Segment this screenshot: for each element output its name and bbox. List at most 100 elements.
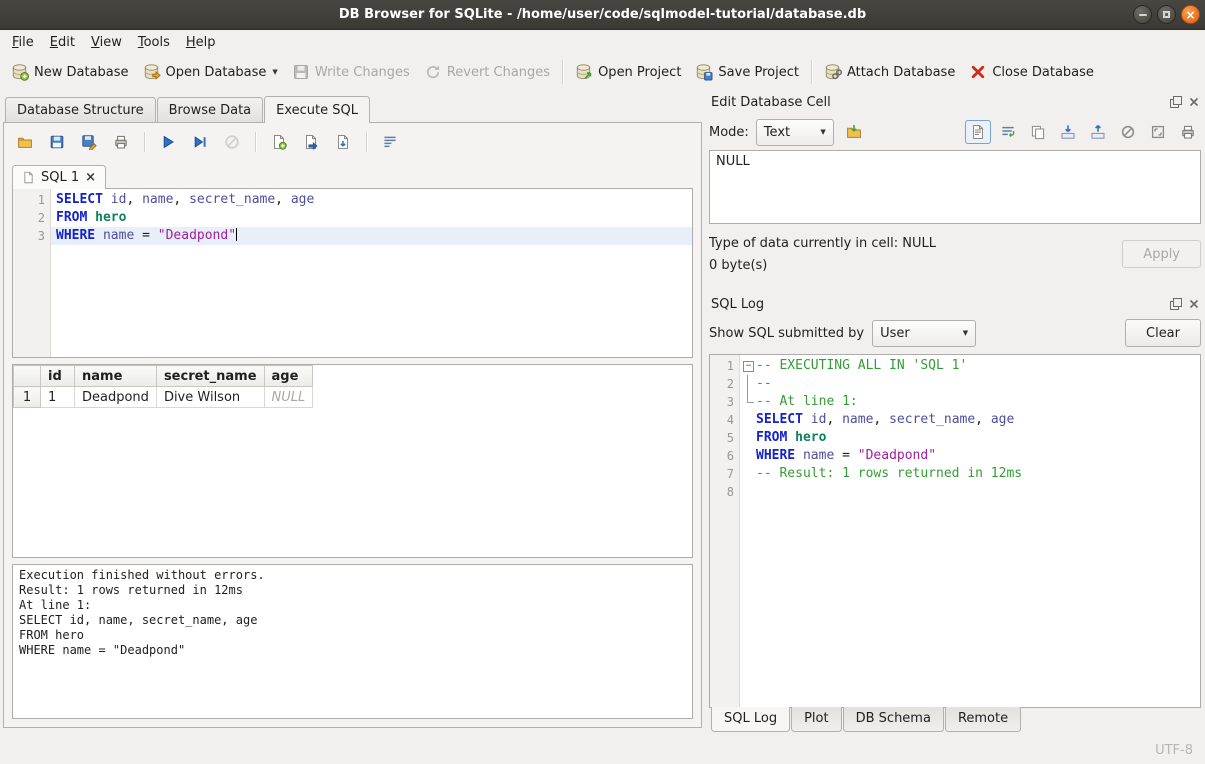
dock-tab-db-schema[interactable]: DB Schema: [843, 707, 944, 732]
main-toolbar: New DatabaseOpen Database▼Write ChangesR…: [0, 54, 1205, 90]
chevron-down-icon: ▼: [963, 329, 968, 337]
toolbar-new-database[interactable]: New Database: [4, 58, 136, 86]
toolbar-save-project[interactable]: Save Project: [688, 58, 806, 86]
set-as-null-icon[interactable]: [1115, 120, 1141, 144]
editor-line[interactable]: SELECT id, name, secret_name, age: [51, 191, 692, 209]
submitter-select[interactable]: User ▼: [872, 320, 976, 347]
status-bar: UTF-8: [0, 736, 1205, 764]
cell-editor[interactable]: NULL: [709, 150, 1201, 224]
copy-cell-icon[interactable]: [1025, 120, 1051, 144]
open-sql-file-icon[interactable]: [12, 130, 38, 154]
token: "Deadpond": [858, 447, 936, 465]
results-column-name[interactable]: name: [75, 366, 157, 387]
sql-tab[interactable]: SQL 1 ×: [12, 165, 106, 189]
close-window-button[interactable]: ×: [1181, 5, 1200, 24]
token: [787, 429, 795, 447]
menu-help[interactable]: Help: [178, 32, 224, 53]
token: [103, 192, 111, 207]
toolbar-attach-database[interactable]: Attach Database: [817, 58, 962, 86]
row-number[interactable]: 1: [14, 387, 41, 408]
maximize-button[interactable]: [1157, 5, 1176, 24]
open-sql-in-tab-icon[interactable]: [298, 130, 324, 154]
editor-code[interactable]: SELECT id, name, secret_name, ageFROM he…: [51, 189, 692, 357]
dock-tab-remote[interactable]: Remote: [945, 707, 1021, 732]
menu-tools[interactable]: Tools: [130, 32, 178, 53]
token: name: [803, 447, 834, 465]
print-cell-icon[interactable]: [1175, 120, 1201, 144]
cell-mode-row: Mode: Text ▼: [709, 114, 1201, 150]
results-cell[interactable]: Deadpond: [75, 387, 157, 408]
token: -- Result: 1 rows returned in 12ms: [756, 465, 1022, 483]
word-wrap-icon[interactable]: [377, 130, 403, 154]
menu-file[interactable]: File: [4, 32, 42, 53]
dock-tab-plot[interactable]: Plot: [791, 707, 842, 732]
fullscreen-icon[interactable]: [1145, 120, 1171, 144]
close-panel-icon[interactable]: [1186, 296, 1201, 311]
tab-execute-sql[interactable]: Execute SQL: [264, 96, 370, 123]
menu-edit[interactable]: Edit: [42, 32, 83, 53]
tab-browse-data[interactable]: Browse Data: [157, 97, 264, 122]
toolbar-separator: [811, 60, 812, 84]
token: secret_name: [889, 411, 975, 429]
new-database-icon: [11, 63, 29, 81]
import-data-icon[interactable]: [1055, 120, 1081, 144]
results-cell[interactable]: Dive Wilson: [156, 387, 264, 408]
toolbar-separator: [144, 132, 145, 152]
sql-file-icon: [22, 171, 35, 184]
results-grid[interactable]: idnamesecret_nameage11DeadpondDive Wilso…: [12, 364, 693, 558]
encoding-indicator[interactable]: UTF-8: [1155, 743, 1193, 758]
token: name: [842, 411, 873, 429]
fold-space: [740, 483, 756, 501]
fold-marker-icon[interactable]: [740, 357, 756, 375]
float-panel-icon[interactable]: [1168, 296, 1183, 311]
editor-line[interactable]: WHERE name = "Deadpond": [51, 227, 692, 245]
print-sql-icon[interactable]: [108, 130, 134, 154]
clear-log-button[interactable]: Clear: [1125, 319, 1201, 347]
sql-editor[interactable]: 123 SELECT id, name, secret_name, ageFRO…: [12, 188, 693, 358]
mode-select[interactable]: Text ▼: [756, 119, 834, 146]
menu-view[interactable]: View: [83, 32, 130, 53]
text-document-icon[interactable]: [965, 120, 991, 144]
menu-bar: FileEditViewToolsHelp: [0, 30, 1205, 54]
toolbar-open-project[interactable]: Open Project: [568, 58, 688, 86]
dock-tab-sql-log[interactable]: SQL Log: [711, 707, 790, 732]
new-sql-tab-icon[interactable]: [266, 130, 292, 154]
export-data-icon[interactable]: [1085, 120, 1111, 144]
import-from-file-icon[interactable]: [841, 120, 867, 144]
save-sql-file-as-icon[interactable]: [76, 130, 102, 154]
token: name: [142, 192, 173, 207]
results-cell[interactable]: NULL: [264, 387, 313, 408]
save-sql-file-icon[interactable]: [44, 130, 70, 154]
results-column-secret-name[interactable]: secret_name: [156, 366, 264, 387]
title-bar[interactable]: DB Browser for SQLite - /home/user/code/…: [0, 0, 1205, 30]
sql-log-view[interactable]: 12345678 -- EXECUTING ALL IN 'SQL 1'----…: [709, 354, 1201, 708]
sql-log-dock-icons: [1168, 296, 1201, 311]
open-project-icon: [575, 63, 593, 81]
line-number: 1: [13, 191, 45, 209]
results-column-age[interactable]: age: [264, 366, 313, 387]
toolbar-close-database[interactable]: Close Database: [962, 58, 1101, 86]
float-panel-icon[interactable]: [1168, 94, 1183, 109]
word-wrap-cell-icon[interactable]: [995, 120, 1021, 144]
results-column-id[interactable]: id: [41, 366, 75, 387]
toolbar-open-database[interactable]: Open Database▼: [136, 58, 285, 86]
token: SELECT: [56, 192, 103, 207]
save-results-icon[interactable]: [330, 130, 356, 154]
sql-log-filter-row: Show SQL submitted by User ▼ Clear: [709, 316, 1201, 354]
execute-current-line-icon[interactable]: [187, 130, 213, 154]
tab-database-structure[interactable]: Database Structure: [5, 97, 156, 122]
editor-line[interactable]: FROM hero: [51, 209, 692, 227]
token: WHERE: [756, 447, 795, 465]
execute-all-icon[interactable]: [155, 130, 181, 154]
close-tab-icon[interactable]: ×: [85, 170, 96, 185]
toolbar-separator: [366, 132, 367, 152]
token: FROM: [56, 210, 87, 225]
results-cell[interactable]: 1: [41, 387, 75, 408]
close-panel-icon[interactable]: [1186, 94, 1201, 109]
mode-value: Text: [764, 125, 790, 140]
token: id: [811, 411, 827, 429]
token: =: [134, 228, 157, 243]
minimize-button[interactable]: [1133, 5, 1152, 24]
save-project-icon: [695, 63, 713, 81]
sql-tab-strip: SQL 1 ×: [12, 159, 693, 188]
